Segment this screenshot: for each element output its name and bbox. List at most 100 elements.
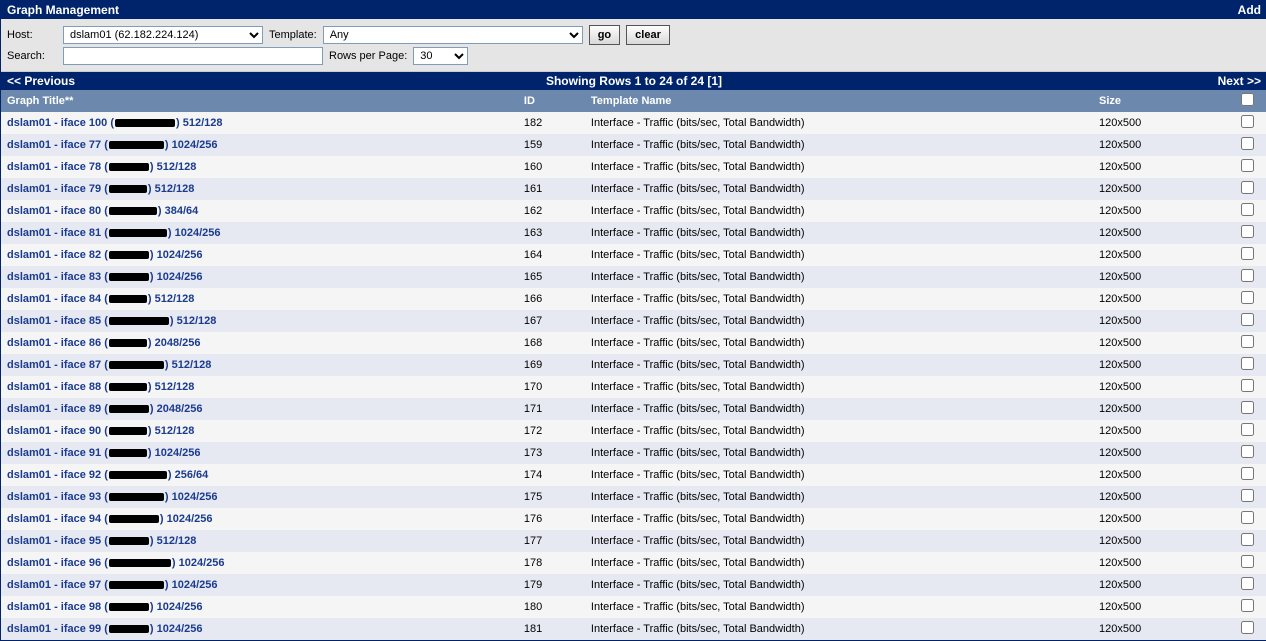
select-cell bbox=[1235, 486, 1266, 508]
row-checkbox[interactable] bbox=[1241, 511, 1254, 524]
row-checkbox[interactable] bbox=[1241, 489, 1254, 502]
pager-next[interactable]: Next >> bbox=[1218, 74, 1261, 88]
graph-title-cell: dslam01 - iface 77 () 1024/256 bbox=[1, 134, 518, 156]
graph-title-link[interactable]: dslam01 - iface 78 () 512/128 bbox=[7, 161, 196, 173]
graph-management-panel: Graph Management Add Host: dslam01 (62.1… bbox=[0, 0, 1266, 641]
row-checkbox[interactable] bbox=[1241, 357, 1254, 370]
graph-title-link[interactable]: dslam01 - iface 80 () 384/64 bbox=[7, 205, 198, 217]
graph-title-cell: dslam01 - iface 94 () 1024/256 bbox=[1, 508, 518, 530]
search-input[interactable] bbox=[63, 47, 323, 65]
size-cell: 120x500 bbox=[1093, 464, 1235, 486]
redacted-text bbox=[109, 339, 147, 347]
host-label: Host: bbox=[7, 29, 57, 41]
graph-id-cell: 175 bbox=[518, 486, 585, 508]
row-checkbox[interactable] bbox=[1241, 401, 1254, 414]
row-checkbox[interactable] bbox=[1241, 291, 1254, 304]
template-name-cell: Interface - Traffic (bits/sec, Total Ban… bbox=[585, 486, 1093, 508]
graph-title-link[interactable]: dslam01 - iface 89 () 2048/256 bbox=[7, 403, 203, 415]
row-checkbox[interactable] bbox=[1241, 115, 1254, 128]
row-checkbox[interactable] bbox=[1241, 621, 1254, 634]
graph-title-link[interactable]: dslam01 - iface 85 () 512/128 bbox=[7, 315, 216, 327]
size-cell: 120x500 bbox=[1093, 200, 1235, 222]
template-name-cell: Interface - Traffic (bits/sec, Total Ban… bbox=[585, 464, 1093, 486]
row-checkbox[interactable] bbox=[1241, 423, 1254, 436]
rows-per-page-select[interactable]: 30 bbox=[413, 47, 468, 65]
row-checkbox[interactable] bbox=[1241, 445, 1254, 458]
size-cell: 120x500 bbox=[1093, 552, 1235, 574]
row-checkbox[interactable] bbox=[1241, 577, 1254, 590]
size-cell: 120x500 bbox=[1093, 134, 1235, 156]
graph-title-link[interactable]: dslam01 - iface 87 () 512/128 bbox=[7, 359, 211, 371]
col-id[interactable]: ID bbox=[518, 90, 585, 112]
template-name-cell: Interface - Traffic (bits/sec, Total Ban… bbox=[585, 596, 1093, 618]
row-checkbox[interactable] bbox=[1241, 555, 1254, 568]
graph-title-link[interactable]: dslam01 - iface 84 () 512/128 bbox=[7, 293, 194, 305]
graph-title-link[interactable]: dslam01 - iface 86 () 2048/256 bbox=[7, 337, 201, 349]
redacted-text bbox=[109, 141, 164, 149]
row-checkbox[interactable] bbox=[1241, 203, 1254, 216]
pager-prev[interactable]: << Previous bbox=[7, 74, 75, 88]
redacted-text bbox=[109, 449, 147, 457]
size-cell: 120x500 bbox=[1093, 486, 1235, 508]
table-row: dslam01 - iface 90 () 512/128172Interfac… bbox=[1, 420, 1266, 442]
graph-title-link[interactable]: dslam01 - iface 88 () 512/128 bbox=[7, 381, 194, 393]
graph-title-link[interactable]: dslam01 - iface 83 () 1024/256 bbox=[7, 271, 203, 283]
size-cell: 120x500 bbox=[1093, 332, 1235, 354]
graph-id-cell: 168 bbox=[518, 332, 585, 354]
row-checkbox[interactable] bbox=[1241, 467, 1254, 480]
graph-title-link[interactable]: dslam01 - iface 100 () 512/128 bbox=[7, 117, 223, 129]
graph-title-link[interactable]: dslam01 - iface 97 () 1024/256 bbox=[7, 579, 218, 591]
graph-title-link[interactable]: dslam01 - iface 82 () 1024/256 bbox=[7, 249, 203, 261]
graph-id-cell: 178 bbox=[518, 552, 585, 574]
graph-title-link[interactable]: dslam01 - iface 93 () 1024/256 bbox=[7, 491, 218, 503]
row-checkbox[interactable] bbox=[1241, 379, 1254, 392]
graph-table: Graph Title** ID Template Name Size dsla… bbox=[1, 90, 1266, 640]
row-checkbox[interactable] bbox=[1241, 335, 1254, 348]
go-button[interactable]: go bbox=[589, 25, 620, 45]
graph-title-link[interactable]: dslam01 - iface 99 () 1024/256 bbox=[7, 623, 203, 635]
graph-title-cell: dslam01 - iface 93 () 1024/256 bbox=[1, 486, 518, 508]
col-size[interactable]: Size bbox=[1093, 90, 1235, 112]
graph-title-link[interactable]: dslam01 - iface 96 () 1024/256 bbox=[7, 557, 225, 569]
row-checkbox[interactable] bbox=[1241, 533, 1254, 546]
add-link[interactable]: Add bbox=[1238, 3, 1261, 17]
clear-button[interactable]: clear bbox=[626, 25, 670, 45]
graph-title-link[interactable]: dslam01 - iface 90 () 512/128 bbox=[7, 425, 194, 437]
graph-title-cell: dslam01 - iface 85 () 512/128 bbox=[1, 310, 518, 332]
template-name-cell: Interface - Traffic (bits/sec, Total Ban… bbox=[585, 178, 1093, 200]
table-row: dslam01 - iface 98 () 1024/256180Interfa… bbox=[1, 596, 1266, 618]
select-cell bbox=[1235, 354, 1266, 376]
col-template[interactable]: Template Name bbox=[585, 90, 1093, 112]
table-row: dslam01 - iface 80 () 384/64162Interface… bbox=[1, 200, 1266, 222]
row-checkbox[interactable] bbox=[1241, 159, 1254, 172]
select-cell bbox=[1235, 508, 1266, 530]
graph-title-link[interactable]: dslam01 - iface 81 () 1024/256 bbox=[7, 227, 221, 239]
graph-id-cell: 182 bbox=[518, 112, 585, 134]
graph-title-link[interactable]: dslam01 - iface 94 () 1024/256 bbox=[7, 513, 213, 525]
row-checkbox[interactable] bbox=[1241, 137, 1254, 150]
row-checkbox[interactable] bbox=[1241, 247, 1254, 260]
graph-title-cell: dslam01 - iface 98 () 1024/256 bbox=[1, 596, 518, 618]
graph-title-link[interactable]: dslam01 - iface 91 () 1024/256 bbox=[7, 447, 201, 459]
graph-title-link[interactable]: dslam01 - iface 95 () 512/128 bbox=[7, 535, 196, 547]
template-select[interactable]: Any bbox=[323, 26, 583, 44]
graph-id-cell: 167 bbox=[518, 310, 585, 332]
host-select[interactable]: dslam01 (62.182.224.124) bbox=[63, 26, 263, 44]
graph-id-cell: 181 bbox=[518, 618, 585, 640]
graph-title-link[interactable]: dslam01 - iface 92 () 256/64 bbox=[7, 469, 208, 481]
select-cell bbox=[1235, 310, 1266, 332]
col-title[interactable]: Graph Title** bbox=[1, 90, 518, 112]
row-checkbox[interactable] bbox=[1241, 225, 1254, 238]
select-cell bbox=[1235, 244, 1266, 266]
select-all-checkbox[interactable] bbox=[1241, 93, 1254, 106]
row-checkbox[interactable] bbox=[1241, 313, 1254, 326]
table-row: dslam01 - iface 78 () 512/128160Interfac… bbox=[1, 156, 1266, 178]
row-checkbox[interactable] bbox=[1241, 181, 1254, 194]
graph-title-link[interactable]: dslam01 - iface 77 () 1024/256 bbox=[7, 139, 218, 151]
template-name-cell: Interface - Traffic (bits/sec, Total Ban… bbox=[585, 420, 1093, 442]
graph-title-link[interactable]: dslam01 - iface 98 () 1024/256 bbox=[7, 601, 203, 613]
graph-title-link[interactable]: dslam01 - iface 79 () 512/128 bbox=[7, 183, 194, 195]
row-checkbox[interactable] bbox=[1241, 599, 1254, 612]
size-cell: 120x500 bbox=[1093, 442, 1235, 464]
row-checkbox[interactable] bbox=[1241, 269, 1254, 282]
